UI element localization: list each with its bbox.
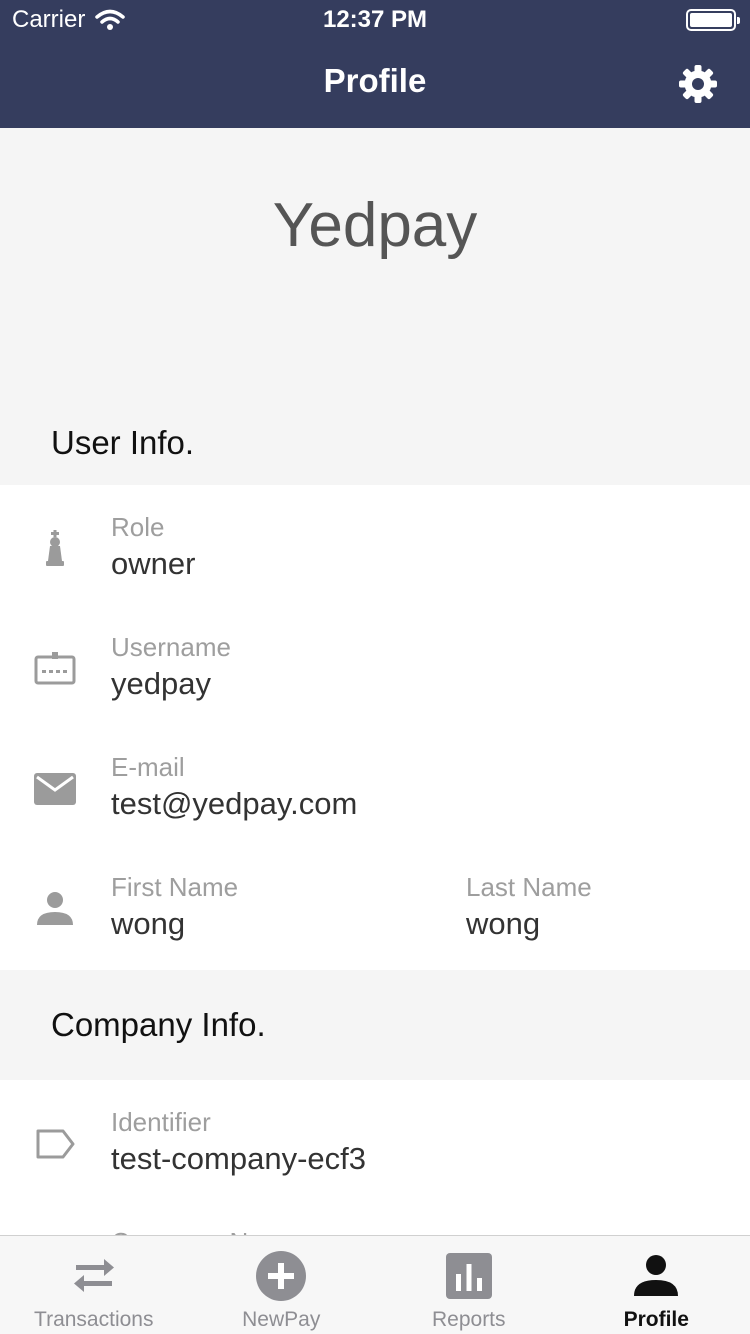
brand-name: Yedpay <box>272 191 478 260</box>
role-value: owner <box>111 546 196 581</box>
user-info-list: Role owner Username yedpay E-mail test@y… <box>0 485 750 970</box>
navigation-bar: Carrier 12:37 PM Profile <box>0 0 750 128</box>
company-name-field: Company Name <box>111 1226 299 1235</box>
username-value: yedpay <box>111 666 211 701</box>
company-info-list: Identifier test-company-ecf3 Company Nam… <box>0 1080 750 1235</box>
username-field: Username yedpay <box>111 631 231 705</box>
identifier-label: Identifier <box>111 1107 211 1137</box>
first-name-field: First Name wong <box>111 871 238 945</box>
envelope-icon <box>34 773 76 805</box>
tab-reports-label: Reports <box>431 1308 506 1331</box>
company-name-row: Company Name <box>0 1200 750 1235</box>
identifier-row: Identifier test-company-ecf3 <box>0 1080 750 1200</box>
identifier-field: Identifier test-company-ecf3 <box>111 1106 366 1180</box>
tab-newpay-label: NewPay <box>242 1308 321 1331</box>
last-name-label: Last Name <box>466 872 592 902</box>
role-row: Role owner <box>0 485 750 605</box>
email-value: test@yedpay.com <box>111 786 358 821</box>
company-name-label: Company Name <box>111 1226 299 1235</box>
bar-chart-icon <box>445 1253 492 1299</box>
plus-circle-icon <box>256 1251 307 1301</box>
last-name-value: wong <box>466 906 541 941</box>
chess-king-icon <box>46 530 64 566</box>
first-name-label: First Name <box>111 872 239 902</box>
role-field: Role owner <box>111 511 195 585</box>
user-info-header: User Info. <box>51 423 195 461</box>
tab-newpay[interactable]: NewPay <box>188 1236 376 1334</box>
username-label: Username <box>111 632 231 662</box>
tag-icon <box>36 1129 75 1159</box>
first-name-value: wong <box>111 906 186 941</box>
status-bar: Carrier 12:37 PM <box>0 0 750 40</box>
person-icon <box>634 1255 679 1296</box>
tab-transactions-label: Transactions <box>34 1308 154 1331</box>
company-info-header: Company Info. <box>51 1006 266 1043</box>
tab-reports[interactable]: Reports <box>375 1236 563 1334</box>
email-field: E-mail test@yedpay.com <box>111 751 357 825</box>
role-label: Role <box>111 512 165 542</box>
email-row: E-mail test@yedpay.com <box>0 725 750 845</box>
swap-arrows-icon <box>73 1259 114 1292</box>
username-row: Username yedpay <box>0 605 750 725</box>
identifier-value: test-company-ecf3 <box>111 1141 366 1176</box>
tab-profile-label: Profile <box>623 1308 689 1331</box>
name-row: First Name wong Last Name wong <box>0 845 750 970</box>
tab-bar: Transactions NewPay Reports Profile <box>0 1235 750 1334</box>
profile-content[interactable]: Yedpay User Info. Role owner Username ye… <box>0 128 750 1235</box>
clock: 12:37 PM <box>322 6 428 33</box>
email-label: E-mail <box>111 752 185 782</box>
person-icon <box>37 892 73 925</box>
gear-icon[interactable] <box>678 64 718 104</box>
page-title: Profile <box>323 62 427 99</box>
tab-profile[interactable]: Profile <box>563 1236 750 1334</box>
battery-icon <box>686 9 740 31</box>
last-name-field: Last Name wong <box>466 871 592 945</box>
id-card-icon <box>34 652 76 685</box>
tab-transactions[interactable]: Transactions <box>0 1236 188 1334</box>
